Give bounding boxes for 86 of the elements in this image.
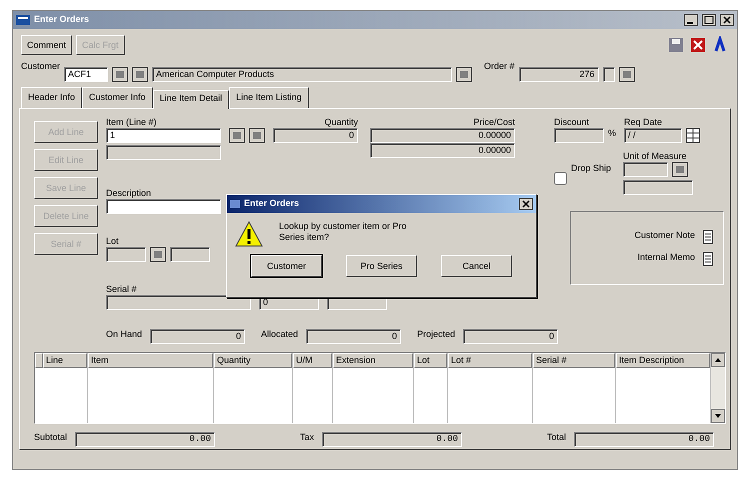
column-header: Serial # (533, 352, 615, 368)
lot-label: Lot (106, 236, 119, 246)
close-icon[interactable] (519, 198, 533, 210)
order-suffix-field[interactable] (602, 66, 615, 82)
lookup-icon[interactable] (132, 66, 148, 82)
item-label: Item (Line #) (106, 116, 157, 128)
serial-field[interactable] (106, 294, 251, 310)
note-icon[interactable] (703, 230, 713, 244)
total-label: Total (546, 432, 566, 442)
req-date-field[interactable]: / / (624, 128, 682, 142)
dialog-button[interactable]: Customer (251, 255, 322, 277)
warning-icon (235, 221, 263, 247)
calendar-icon[interactable] (686, 128, 700, 142)
price-cost-label: Price/Cost (473, 116, 515, 128)
lookup-icon[interactable] (618, 66, 635, 82)
price-cost-field[interactable]: 0.00000 (370, 142, 515, 158)
scrollbar-drawing[interactable] (711, 352, 725, 422)
column-header: Line (43, 352, 87, 368)
stock-field[interactable]: 0 (463, 328, 558, 344)
item-field[interactable]: 1 (106, 128, 221, 142)
dialog-title: Enter Orders (244, 197, 300, 210)
quantity-label: Quantity (324, 116, 358, 128)
lookup-icon[interactable] (672, 162, 688, 176)
lookup-icon[interactable] (456, 66, 472, 82)
column-header: Item Description (616, 352, 710, 368)
dialog-button[interactable]: Cancel (441, 255, 512, 277)
item-detail-field[interactable] (106, 144, 221, 160)
note-icon[interactable] (703, 252, 713, 266)
order-field[interactable]: 276 (518, 66, 599, 82)
drop-ship-checkbox[interactable] (554, 172, 567, 185)
stock-field[interactable]: 0 (150, 328, 246, 344)
dialog-button[interactable]: Pro Series (346, 255, 417, 277)
total-field[interactable]: 0.00 (574, 432, 714, 446)
req-date-label: Req Date (624, 116, 662, 128)
dialog-message: Lookup by customer item or Pro Series item? (279, 221, 408, 243)
lot-field[interactable] (106, 246, 146, 262)
app-icon (16, 15, 30, 25)
total-field[interactable]: 0.00 (322, 432, 462, 446)
column-header: Lot (414, 352, 447, 368)
app-icon (230, 200, 240, 208)
exit-icon[interactable] (689, 36, 707, 54)
column-header: U/M (293, 352, 332, 368)
lookup-icon[interactable] (150, 246, 166, 262)
tab[interactable]: Line Item Listing (229, 87, 309, 108)
window-title: Enter Orders (34, 13, 90, 26)
lookup-icon[interactable] (229, 128, 245, 142)
save-icon[interactable] (667, 36, 685, 54)
lookup-icon[interactable] (112, 66, 128, 82)
description-label: Description (106, 188, 152, 198)
discount-label: Discount (554, 116, 590, 128)
quantity-field[interactable]: 0 (273, 128, 358, 142)
price-cost-field[interactable]: 0.00000 (370, 128, 515, 142)
customer-field[interactable]: ACF1 (64, 66, 108, 82)
stock-label: Projected (417, 328, 456, 340)
note-label: Customer Note (634, 230, 695, 240)
close-icon[interactable] (720, 14, 734, 26)
minimize-icon[interactable] (684, 14, 698, 26)
total-field[interactable]: 0.00 (75, 432, 216, 446)
description-field[interactable] (106, 198, 221, 214)
tab[interactable]: Header Info (21, 87, 82, 108)
lot-detail-field[interactable] (170, 246, 210, 262)
stock-field[interactable]: 0 (306, 328, 402, 344)
column-header: Item (88, 352, 213, 368)
total-label: Subtotal (34, 432, 68, 442)
tab[interactable]: Customer Info (82, 87, 153, 108)
lookup-icon[interactable] (249, 128, 265, 142)
total-label: Tax (300, 432, 314, 442)
percent-label: % (608, 128, 616, 138)
unit-of-measure-label: Unit of Measure (623, 150, 687, 162)
column-header: Quantity (214, 352, 292, 368)
discount-field[interactable] (554, 128, 604, 142)
unit-of-measure-field[interactable] (623, 162, 668, 176)
unit-of-measure-detail-field[interactable] (623, 180, 694, 194)
note-label: Internal Memo (637, 252, 695, 262)
serial-label: Serial # (106, 284, 137, 294)
drop-ship-label: Drop Ship (571, 162, 612, 174)
stock-label: Allocated (261, 328, 298, 340)
toolbar-button[interactable]: Comment (21, 35, 72, 55)
tab[interactable]: Line Item Detail (152, 90, 230, 108)
column-header: Extension (333, 352, 413, 368)
stock-label: On Hand (106, 328, 142, 340)
customer-name-field[interactable]: American Computer Products (152, 66, 452, 82)
order-label: Order # (484, 61, 515, 72)
maximize-icon[interactable] (702, 14, 716, 26)
column-header: Lot # (448, 352, 532, 368)
customer-label: Customer (21, 61, 60, 72)
